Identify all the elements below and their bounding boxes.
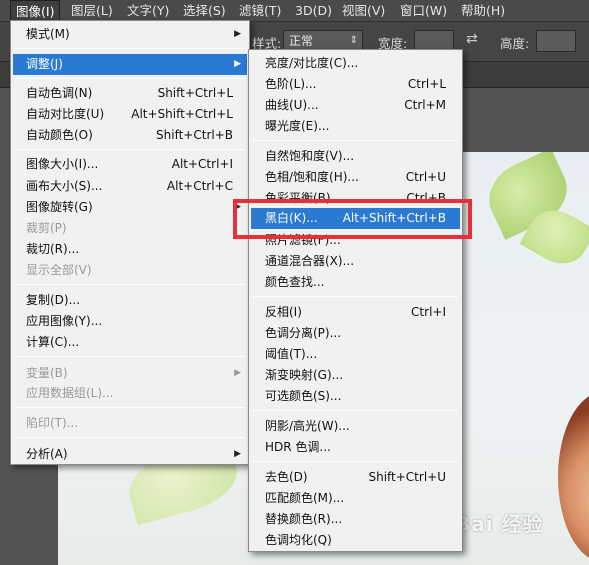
divider xyxy=(15,78,245,79)
menu-item-calculations[interactable]: 计算(C)... xyxy=(13,332,247,353)
menu-item-image-size[interactable]: 图像大小(I)... Alt+Ctrl+I xyxy=(13,154,247,175)
menu-window[interactable]: 窗口(W) xyxy=(395,0,452,22)
menu-filter[interactable]: 滤镜(T) xyxy=(234,0,286,22)
menu-item-equalize[interactable]: 色调均化(Q) xyxy=(251,530,460,551)
menu-item-analysis[interactable]: 分析(A) ▶ xyxy=(13,444,247,465)
menu-item-auto-tone[interactable]: 自动色调(N) Shift+Ctrl+L xyxy=(13,83,247,104)
submenu-arrow-icon: ▶ xyxy=(234,368,241,378)
menu-item-hdr-toning[interactable]: HDR 色调... xyxy=(251,437,460,458)
menu-help[interactable]: 帮助(H) xyxy=(456,0,510,22)
menu-item-trap: 陷印(T)... xyxy=(26,416,79,430)
submenu-arrow-icon: ▶ xyxy=(234,449,241,459)
menu-item-image-rotation[interactable]: 图像旋转(G) ▶ xyxy=(13,197,247,218)
menu-item-trim[interactable]: 裁切(R)... xyxy=(13,239,247,260)
divider xyxy=(15,284,245,285)
menu-item-posterize[interactable]: 色调分离(P)... xyxy=(251,323,460,344)
menu-layer[interactable]: 图层(L) xyxy=(66,0,118,22)
divider xyxy=(15,149,245,150)
menu-item-exposure[interactable]: 曝光度(E)... xyxy=(251,116,460,137)
swap-icon[interactable]: ⇄ xyxy=(466,31,478,47)
divider xyxy=(253,461,458,462)
menubar: 图像(I) 图层(L) 文字(Y) 选择(S) 滤镜(T) 3D(D) 视图(V… xyxy=(0,0,589,22)
menu-item-selective-color[interactable]: 可选颜色(S)... xyxy=(251,386,460,407)
menu-item-shadows-highlights[interactable]: 阴影/高光(W)... xyxy=(251,416,460,437)
select-arrows-icon: ⇕ xyxy=(349,35,358,46)
menu-item-color-lookup[interactable]: 颜色查找... xyxy=(251,272,460,293)
annotation-highlight-box xyxy=(233,199,472,239)
menu-view[interactable]: 视图(V) xyxy=(337,0,390,22)
menu-item-auto-color[interactable]: 自动颜色(O) Shift+Ctrl+B xyxy=(13,125,247,146)
height-input[interactable] xyxy=(536,30,576,52)
divider xyxy=(15,48,245,49)
menu-item-adjustments[interactable]: 调整(J) ▶ xyxy=(13,54,247,75)
menu-select[interactable]: 选择(S) xyxy=(178,0,231,22)
divider xyxy=(15,407,245,408)
menu-type[interactable]: 文字(Y) xyxy=(122,0,174,22)
divider xyxy=(253,296,458,297)
menu-item-vibrance[interactable]: 自然饱和度(V)... xyxy=(251,146,460,167)
menu-item-invert[interactable]: 反相(I) Ctrl+I xyxy=(251,302,460,323)
menu-item-auto-contrast[interactable]: 自动对比度(U) Alt+Shift+Ctrl+L xyxy=(13,104,247,125)
divider xyxy=(253,410,458,411)
divider xyxy=(15,356,245,357)
butterfly-image xyxy=(558,392,589,562)
menu-image[interactable]: 图像(I) xyxy=(10,0,61,22)
menu-item-variables: 变量(B) ▶ xyxy=(13,363,247,384)
menu-item-gradient-map[interactable]: 渐变映射(G)... xyxy=(251,365,460,386)
divider xyxy=(15,437,245,438)
watermark: Bai 经验 xyxy=(455,512,544,536)
menu-item-desaturate[interactable]: 去色(D) Shift+Ctrl+U xyxy=(251,467,460,488)
menu-item-channel-mixer[interactable]: 通道混合器(X)... xyxy=(251,251,460,272)
menu-item-apply-data-set: 应用数据组(L)... xyxy=(26,386,114,400)
submenu-arrow-icon: ▶ xyxy=(234,29,241,39)
image-menu: 模式(M) ▶ 调整(J) ▶ 自动色调(N) Shift+Ctrl+L 自动对… xyxy=(10,20,250,465)
menu-item-curves[interactable]: 曲线(U)... Ctrl+M xyxy=(251,95,460,116)
menu-item-reveal-all: 显示全部(V) xyxy=(26,263,92,277)
menu-item-replace-color[interactable]: 替换颜色(R)... xyxy=(251,509,460,530)
adjustments-submenu: 亮度/对比度(C)... 色阶(L)... Ctrl+L 曲线(U)... Ct… xyxy=(248,49,463,552)
divider xyxy=(253,140,458,141)
menu-item-duplicate[interactable]: 复制(D)... xyxy=(13,290,247,311)
height-label: 高度: xyxy=(500,36,530,51)
menu-item-apply-image[interactable]: 应用图像(Y)... xyxy=(13,311,247,332)
menu-item-mode[interactable]: 模式(M) ▶ xyxy=(13,24,247,45)
submenu-arrow-icon: ▶ xyxy=(234,59,241,69)
menu-item-levels[interactable]: 色阶(L)... Ctrl+L xyxy=(251,74,460,95)
menu-item-match-color[interactable]: 匹配颜色(M)... xyxy=(251,488,460,509)
menu-item-brightness-contrast[interactable]: 亮度/对比度(C)... xyxy=(251,53,460,74)
menu-item-hue-saturation[interactable]: 色相/饱和度(H)... Ctrl+U xyxy=(251,167,460,188)
menu-item-threshold[interactable]: 阈值(T)... xyxy=(251,344,460,365)
style-select-value: 正常 xyxy=(289,34,314,48)
menu-3d[interactable]: 3D(D) xyxy=(290,0,337,22)
menu-item-crop: 裁剪(P) xyxy=(26,221,67,235)
menu-item-canvas-size[interactable]: 画布大小(S)... Alt+Ctrl+C xyxy=(13,176,247,197)
